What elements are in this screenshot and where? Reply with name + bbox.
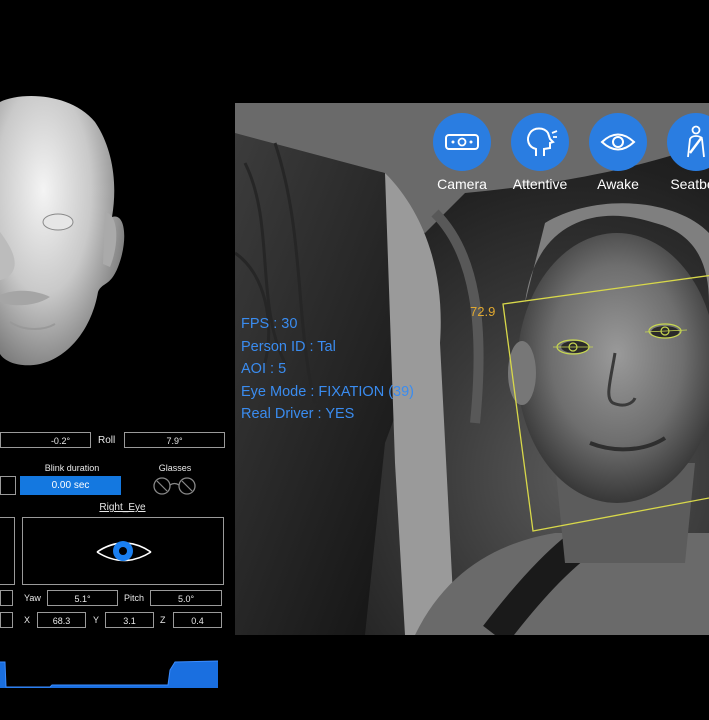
real-driver-text: Real Driver : YES [241,406,355,423]
glasses-icon [153,477,196,495]
person-id-text: Person ID : Tal [241,338,336,355]
status-awake[interactable]: Awake [587,113,649,192]
right-eye-panel [22,517,224,585]
right-eye-title: Right_Eye [99,502,146,513]
aoi-text: AOI : 5 [241,361,287,378]
eye-z-value: 0.4 [173,612,222,628]
yaw-value: -0.2° [50,436,71,446]
roll-label: Roll [98,435,116,446]
status-camera-label: Camera [437,176,487,192]
eye-tracker-left [553,339,593,355]
eye-pitch-value: 5.0° [150,590,222,606]
roll-value: 7.9° [166,436,183,446]
head-3d-model [0,96,125,366]
y-label: Y [93,615,100,625]
status-seatbelt[interactable]: Seatbelt [665,113,709,192]
glasses-label: Glasses [158,463,192,473]
left-eye-panel [0,517,15,585]
face-score: 72.9 [470,304,496,319]
x-label: X [24,615,31,625]
status-camera[interactable]: Camera [431,113,493,192]
eye-tracker-right [644,323,688,339]
eye-y-value: 3.1 [105,612,154,628]
pitch-label: Pitch [124,593,145,603]
blink-duration-label: Blink duration [44,463,100,473]
eye-x-value: 68.3 [37,612,86,628]
status-seatbelt-label: Seatbelt [670,176,709,192]
status-attentive[interactable]: Attentive [509,113,571,192]
yaw-value-box: -0.2° [0,432,91,448]
overlay-stats: FPS : 30 Person ID : Tal AOI : 5 Eye Mod… [241,313,414,426]
eye-yaw-value: 5.1° [47,590,118,606]
left-partial-box [0,476,16,495]
blink-duration-value: 0.00 sec [20,476,121,495]
yaw-label: Yaw [24,593,41,603]
seatbelt-icon [687,125,705,158]
status-attentive-label: Attentive [512,176,568,192]
camera-video-feed: 72.9 FPS : 30 Person ID : Tal AOI : 5 Ey… [235,103,709,635]
roll-value-box: 7.9° [124,432,225,448]
status-awake-label: Awake [597,176,639,192]
left-partial-box-2 [0,590,13,606]
left-partial-box-3 [0,612,13,628]
eye-icon [96,541,152,562]
eye-mode-text: Eye Mode : FIXATION (39) [241,383,414,400]
signal-graph [0,660,219,688]
camera-icon [445,134,479,150]
eye-icon [600,133,636,151]
fps-text: FPS : 30 [241,316,298,332]
z-label: Z [160,615,166,625]
attentive-head-icon [527,127,558,156]
